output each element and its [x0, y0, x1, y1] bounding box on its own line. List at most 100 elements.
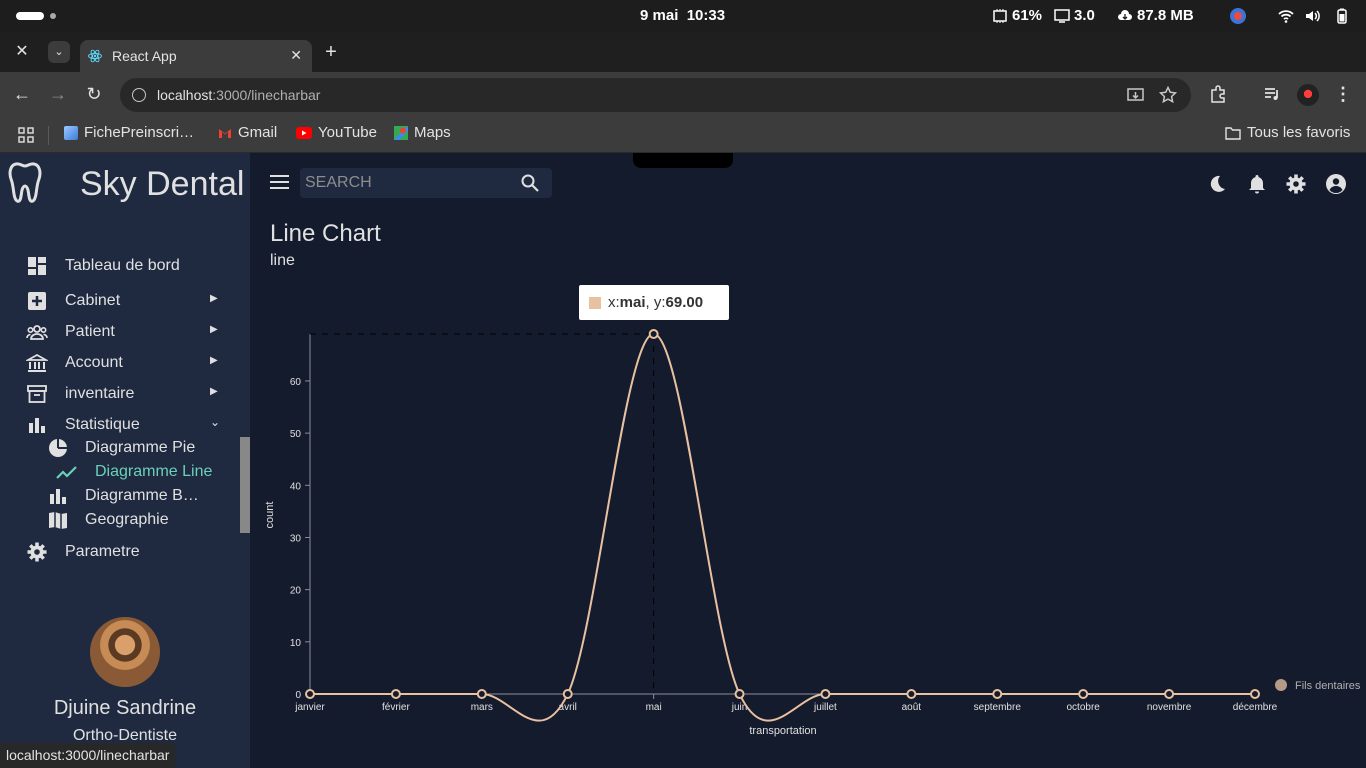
map-icon — [49, 512, 67, 529]
monitor-icon — [1054, 8, 1070, 23]
sidebar-item-label: Cabinet — [65, 292, 121, 309]
new-tab-icon[interactable]: + — [320, 41, 342, 63]
data-point — [734, 689, 745, 699]
sidebar-item-label: inventaire — [65, 385, 135, 402]
main-content: Line Chart line 0102030405060janvierfévr… — [250, 153, 1366, 768]
x-tick-label: novembre — [1147, 702, 1192, 713]
sidebar-item-patient[interactable]: Patient ▶ — [26, 320, 236, 344]
back-icon[interactable]: ← — [12, 84, 32, 104]
bank-icon — [26, 353, 48, 372]
y-tick-label: 50 — [290, 429, 302, 440]
close-window-icon[interactable]: ✕ — [11, 41, 33, 63]
tab-search-chevron-icon[interactable]: ⌄ — [48, 41, 70, 63]
bookmark-star-icon[interactable] — [1159, 86, 1177, 104]
tooltip-y-prefix: , y: — [645, 294, 666, 311]
workspace-dot[interactable] — [50, 13, 56, 19]
y-tick-label: 10 — [290, 638, 302, 649]
sidebar-subitem-diagramme-line[interactable]: Diagramme Line — [56, 461, 212, 483]
os-top-bar: 9 mai 10:33 61% 3.0 87.8 MB — [0, 0, 1366, 32]
status-url-bubble: localhost:3000/linecharbar — [0, 743, 176, 768]
volume-icon[interactable] — [1305, 8, 1321, 24]
sidebar-item-statistique[interactable]: Statistique ⌄ — [26, 413, 236, 437]
sidebar-item-label: Account — [65, 354, 123, 371]
sidebar-item-parametre[interactable]: Parametre — [26, 540, 140, 564]
bookmark-gmail[interactable]: Gmail — [218, 124, 277, 141]
cloud-download-icon — [1118, 9, 1132, 20]
chevron-right-icon: ▶ — [210, 324, 218, 335]
load-value: 3.0 — [1074, 7, 1095, 24]
x-tick-label: août — [902, 702, 922, 713]
media-controls-icon[interactable] — [1263, 85, 1281, 103]
sidebar-scrollbar[interactable] — [240, 437, 250, 533]
legend[interactable]: Fils dentaires — [1275, 679, 1361, 692]
sidebar-item-label: Tableau de bord — [65, 257, 180, 274]
cpu-value: 61% — [1012, 7, 1043, 24]
x-tick-label: décembre — [1233, 702, 1278, 713]
tooth-logo-icon[interactable] — [8, 161, 48, 203]
notification-app-icon[interactable] — [1230, 8, 1246, 24]
avatar[interactable] — [90, 617, 160, 687]
install-app-icon[interactable] — [1127, 87, 1144, 104]
extensions-icon[interactable] — [1209, 85, 1227, 103]
site-info-icon[interactable] — [132, 88, 146, 102]
forward-icon[interactable]: → — [48, 84, 68, 104]
apps-grid-icon[interactable] — [18, 127, 34, 143]
sidebar-item-inventaire[interactable]: inventaire ▶ — [26, 382, 236, 406]
app-name[interactable]: Sky Dental — [80, 165, 244, 204]
data-point — [820, 689, 831, 699]
wifi-icon[interactable] — [1278, 8, 1294, 24]
chart-tooltip: x: mai, y: 69.00 — [579, 285, 729, 320]
bookmark-maps[interactable]: Maps — [394, 124, 451, 141]
tooltip-x-prefix: x: — [608, 294, 620, 311]
reload-icon[interactable]: ↻ — [84, 84, 104, 104]
sidebar: Sky Dental Tableau de bord Cabinet ▶ Pat… — [0, 153, 250, 768]
plus-box-icon — [28, 292, 46, 310]
chart-axes — [309, 334, 1255, 695]
tab-close-icon[interactable]: ✕ — [290, 47, 302, 64]
sidebar-item-cabinet[interactable]: Cabinet ▶ — [26, 289, 236, 313]
react-favicon-icon — [88, 49, 102, 63]
os-clock[interactable]: 9 mai 10:33 — [640, 7, 725, 24]
sidebar-item-account[interactable]: Account ▶ — [26, 351, 236, 375]
dashboard-icon — [28, 257, 46, 275]
workspace-indicator[interactable] — [16, 12, 44, 20]
bar-chart-icon — [29, 418, 45, 433]
x-tick-label: octobre — [1067, 702, 1101, 713]
pie-chart-icon — [49, 439, 67, 457]
cpu-icon — [993, 8, 1007, 23]
sidebar-item-tableau-de-bord[interactable]: Tableau de bord — [26, 254, 180, 278]
maps-icon — [394, 125, 408, 140]
tab-react-app[interactable]: React App ✕ — [80, 40, 312, 72]
bookmark-fichepreinscri[interactable]: FichePreinscri… — [64, 124, 194, 141]
data-point — [562, 689, 573, 699]
folder-icon — [1225, 126, 1241, 140]
bookmarks-bar: FichePreinscri… Gmail YouTube Maps Tous … — [0, 118, 1366, 153]
tooltip-swatch — [589, 296, 601, 309]
series-line — [309, 332, 1255, 722]
bookmark-label: Gmail — [238, 124, 278, 141]
people-icon — [26, 325, 48, 340]
chevron-right-icon: ▶ — [210, 355, 218, 366]
sidebar-subitem-geographie[interactable]: Geographie — [48, 509, 169, 531]
address-bar[interactable]: localhost:3000/linecharbar — [120, 78, 1191, 112]
all-bookmarks-folder[interactable]: Tous les favoris — [1225, 124, 1350, 141]
data-point — [1164, 689, 1175, 699]
chevron-right-icon: ▶ — [210, 293, 218, 304]
data-point — [1250, 689, 1260, 699]
cube-favicon-icon — [64, 125, 78, 140]
sidebar-subitem-diagramme-pie[interactable]: Diagramme Pie — [48, 437, 195, 459]
address-url[interactable]: localhost:3000/linecharbar — [157, 87, 320, 103]
battery-icon[interactable] — [1334, 8, 1350, 24]
bookmark-youtube[interactable]: YouTube — [296, 124, 377, 141]
tab-title: React App — [112, 48, 177, 64]
sidebar-item-label: Patient — [65, 323, 115, 340]
x-tick-label: mai — [646, 702, 662, 713]
user-name: Djuine Sandrine — [53, 697, 197, 719]
y-tick-label: 60 — [290, 377, 302, 388]
sidebar-subitem-diagramme-bar[interactable]: Diagramme B… — [48, 485, 199, 507]
x-tick-label: juillet — [813, 702, 837, 713]
browser-menu-icon[interactable]: ⋮ — [1333, 84, 1353, 104]
profile-avatar-icon[interactable] — [1297, 84, 1319, 106]
url-host: localhost — [157, 87, 213, 103]
bookmark-label: Maps — [414, 124, 451, 141]
